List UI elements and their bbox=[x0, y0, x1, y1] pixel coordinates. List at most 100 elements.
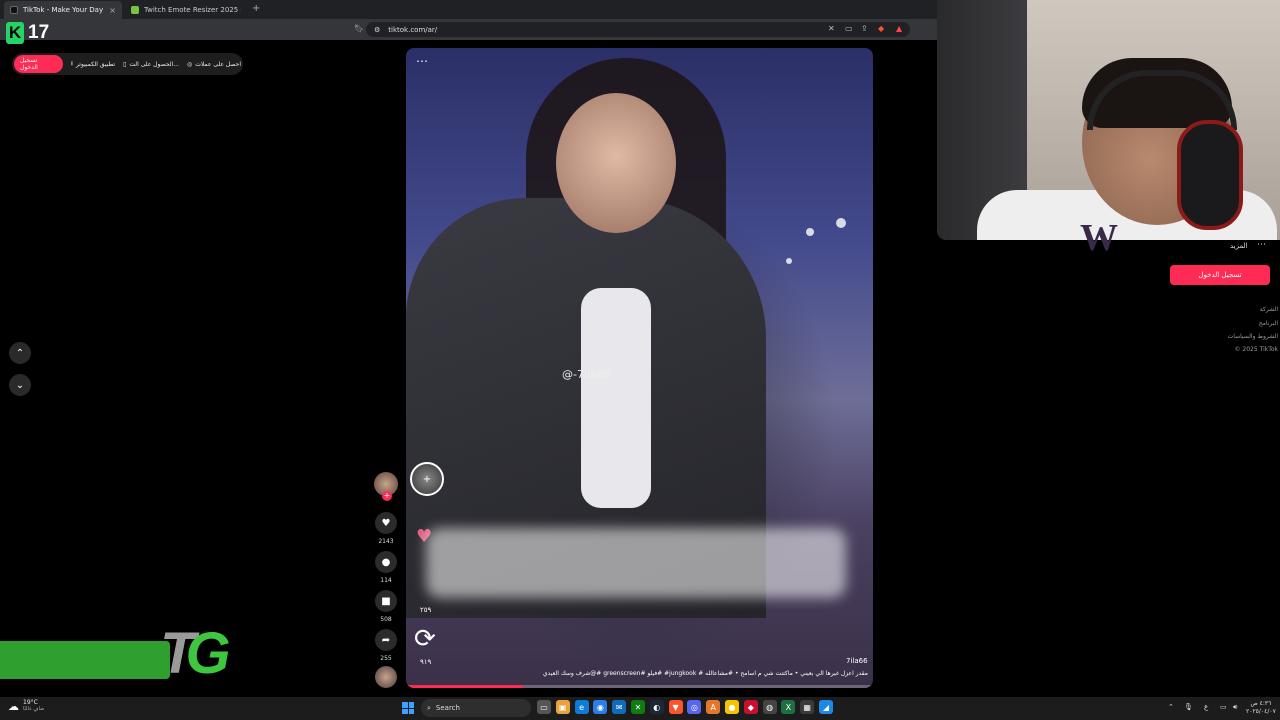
video-player[interactable]: @-7ila66 ⋯ + ♥ ٢٥٩ ⟳ ٩١٩ 7ila66 مقدر اعز… bbox=[406, 48, 873, 688]
volume-icon[interactable]: 🔊︎ bbox=[1233, 703, 1237, 712]
windows-start-icon[interactable] bbox=[402, 702, 414, 714]
more-label[interactable]: المزيد bbox=[1230, 242, 1248, 250]
video-progress-bar[interactable] bbox=[406, 685, 873, 688]
follow-plus-icon[interactable]: + bbox=[382, 491, 392, 501]
kick-logo-icon: K bbox=[6, 22, 24, 44]
get-coins-link[interactable]: ◎ احصل على عملات bbox=[187, 61, 241, 68]
tab-title: Twitch Emote Resizer 2025 - Free too bbox=[144, 6, 241, 14]
footer-program-link[interactable]: البرنامج bbox=[1190, 320, 1278, 327]
tg-logo-icon: TG bbox=[160, 620, 231, 687]
headphones-cup bbox=[1177, 120, 1243, 230]
no-camera-icon[interactable]: ✕ bbox=[828, 24, 835, 33]
video-progress-fill bbox=[406, 685, 523, 688]
taskbar-app-icon[interactable]: ✕ bbox=[631, 700, 645, 714]
taskbar-app-icon[interactable]: X bbox=[781, 700, 796, 714]
get-coins-label: احصل على عملات bbox=[195, 60, 241, 68]
in-video-avatar-icon: + bbox=[410, 462, 444, 496]
cast-icon[interactable]: ▭ bbox=[845, 24, 853, 33]
comment-action[interactable]: ● 114 bbox=[374, 551, 398, 584]
taskbar-app-icon[interactable]: ✉ bbox=[612, 700, 627, 714]
tiktok-favicon-icon bbox=[10, 6, 18, 14]
taskbar-app-icon[interactable]: ◢ bbox=[819, 700, 833, 714]
taskbar-app-icon[interactable]: ◉ bbox=[593, 700, 608, 714]
close-tab-icon[interactable]: × bbox=[109, 6, 116, 15]
download-icon: ⭳ bbox=[70, 60, 73, 67]
taskbar-app-icon[interactable]: ◍ bbox=[762, 700, 777, 714]
more-dots-icon[interactable]: ⋯ bbox=[1257, 240, 1266, 250]
tg-logo-t: T bbox=[160, 621, 196, 686]
person-shirt bbox=[581, 288, 651, 508]
weather-widget[interactable]: ☁︎ 19°C صافٍ غالبًا bbox=[8, 699, 44, 713]
taskbar-app-icon[interactable]: ▼ bbox=[668, 700, 683, 714]
viewer-count: 17 bbox=[28, 22, 50, 43]
taskbar-search[interactable]: ⌕ Search bbox=[421, 699, 531, 717]
desktop-app-label: تطبيق الكمبيوتر bbox=[75, 60, 116, 68]
taskbar-app-icon[interactable]: ◎ bbox=[687, 700, 702, 714]
taskbar-clock[interactable]: ٤:٣٦ ص ٢٠٢٥/٠٤/٠٧ bbox=[1246, 700, 1276, 716]
share-count: 255 bbox=[380, 655, 392, 662]
coin-icon: ◎ bbox=[186, 60, 193, 68]
bookmark-icon[interactable]: 🔖︎ bbox=[354, 24, 364, 33]
clock-date: ٢٠٢٥/٠٤/٠٧ bbox=[1246, 708, 1276, 715]
weather-icon: ☁︎ bbox=[8, 699, 19, 713]
previous-video-button[interactable]: ⌃ bbox=[9, 342, 31, 364]
taskbar-app-icon[interactable]: ▭ bbox=[537, 700, 551, 714]
background-light bbox=[806, 228, 814, 236]
get-app-label: الحصول على الت... bbox=[129, 60, 179, 68]
video-watermark: @-7ila66 bbox=[562, 368, 611, 381]
k17-overlay: K 17 bbox=[6, 22, 49, 44]
site-info-icon[interactable]: ⚙ bbox=[374, 26, 380, 34]
clock-time: ٤:٣٦ ص bbox=[1250, 700, 1272, 707]
brave-shield-icon[interactable]: ◆ bbox=[878, 24, 884, 33]
save-action[interactable]: ■ 508 bbox=[374, 590, 398, 623]
emote-favicon-icon bbox=[131, 6, 139, 14]
music-disc-icon[interactable] bbox=[375, 666, 397, 688]
background-light bbox=[786, 258, 792, 264]
desktop-app-link[interactable]: ⭳ تطبيق الكمبيوتر bbox=[71, 59, 115, 69]
footer-terms-link[interactable]: الشروط والسياسات bbox=[1190, 333, 1278, 340]
next-video-button[interactable]: ⌄ bbox=[9, 374, 31, 396]
network-icon[interactable]: ▭ bbox=[1220, 703, 1227, 711]
video-more-options-icon[interactable]: ⋯ bbox=[416, 54, 428, 68]
person-face bbox=[556, 93, 676, 233]
like-action[interactable]: ♥ 2143 bbox=[374, 512, 398, 545]
taskbar-app-icon[interactable]: ● bbox=[725, 700, 739, 714]
in-video-repost-count: ٩١٩ bbox=[420, 658, 432, 666]
taskbar-app-icon[interactable]: ◐ bbox=[649, 700, 664, 714]
green-banner bbox=[0, 641, 170, 679]
tab-title: TikTok - Make Your Day bbox=[23, 6, 104, 14]
comment-icon[interactable]: ● bbox=[375, 551, 397, 573]
share-page-icon[interactable]: ⇪ bbox=[861, 24, 868, 33]
taskbar-app-icon[interactable]: A bbox=[706, 700, 721, 714]
taskbar-app-icon[interactable]: e bbox=[574, 700, 589, 714]
comment-count: 114 bbox=[380, 577, 392, 584]
tab-tiktok[interactable]: TikTok - Make Your Day × bbox=[4, 1, 122, 19]
url-text: tiktok.com/ar/ bbox=[388, 25, 438, 34]
sidebar-login-button[interactable]: تسجيل الدخول bbox=[1170, 265, 1270, 285]
microphone-icon[interactable]: 🎙︎ bbox=[1184, 703, 1193, 711]
login-button[interactable]: تسجيل الدخول bbox=[14, 55, 63, 73]
share-icon[interactable]: ➦ bbox=[375, 629, 397, 651]
taskbar-app-icon[interactable]: ◆ bbox=[743, 700, 758, 714]
taskbar-app-icon[interactable]: ▦ bbox=[800, 700, 815, 714]
new-tab-button[interactable]: + bbox=[252, 3, 260, 14]
taskbar-app-icon[interactable]: ▣ bbox=[555, 700, 570, 714]
video-username[interactable]: 7ila66 bbox=[846, 657, 868, 665]
tray-overflow-icon[interactable]: ⌃ bbox=[1168, 703, 1174, 711]
tiktok-top-bar: تسجيل الدخول ⭳ تطبيق الكمبيوتر ▯ الحصول عل… bbox=[12, 53, 243, 75]
brave-rewards-icon[interactable]: ▲ bbox=[896, 24, 902, 33]
weather-temp: 19°C bbox=[23, 699, 38, 706]
weather-desc: صافٍ غالبًا bbox=[23, 706, 45, 712]
background-light bbox=[836, 218, 846, 228]
language-indicator[interactable]: ع bbox=[1204, 703, 1208, 711]
footer-company-link[interactable]: الشركة bbox=[1190, 306, 1278, 313]
video-caption: مقدر اعزل غيرها الي بعيني • ماكتنت شي م … bbox=[542, 670, 868, 677]
search-label: Search bbox=[435, 704, 460, 712]
bookmark-save-icon[interactable]: ■ bbox=[375, 590, 397, 612]
heart-icon[interactable]: ♥ bbox=[375, 512, 397, 534]
share-action[interactable]: ➦ 255 bbox=[374, 629, 398, 662]
save-count: 508 bbox=[380, 616, 392, 623]
phone-icon: ▯ bbox=[123, 60, 127, 68]
tab-emote-resizer[interactable]: Twitch Emote Resizer 2025 - Free too bbox=[125, 1, 247, 19]
get-app-link[interactable]: ▯ الحصول على الت... bbox=[123, 61, 179, 68]
